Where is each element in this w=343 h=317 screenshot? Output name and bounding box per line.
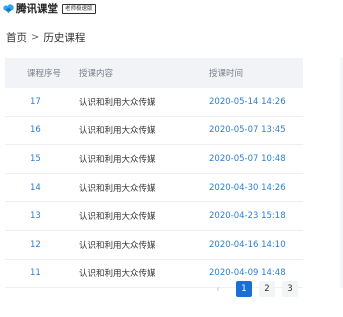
course-history-table: 课程序号 授课内容 授课时间 17 认识和利用大众传媒 2020-05-14 1… <box>5 58 303 289</box>
brand-name: 腾讯课堂 <box>16 3 58 15</box>
course-time: 2020-04-30 14:26 <box>209 182 286 193</box>
course-time: 2020-05-07 10:48 <box>209 153 286 164</box>
course-content: 认识和利用大众传媒 <box>79 240 156 251</box>
table-row[interactable]: 14 认识和利用大众传媒 2020-04-30 14:26 <box>5 174 303 203</box>
page-button-2[interactable]: 2 <box>259 281 275 297</box>
course-content: 认识和利用大众传媒 <box>79 212 156 223</box>
course-content: 认识和利用大众传媒 <box>79 183 156 194</box>
page-button-3[interactable]: 3 <box>282 281 298 297</box>
header-course-no: 课程序号 <box>27 69 62 79</box>
course-time: 2020-04-16 14:10 <box>209 239 286 250</box>
table-row[interactable]: 12 认识和利用大众传媒 2020-04-16 14:10 <box>5 231 303 260</box>
course-content: 认识和利用大众传媒 <box>79 154 156 165</box>
course-no: 11 <box>30 268 41 279</box>
edition-badge: 老师极速版 <box>62 4 96 14</box>
header-course-content: 授课内容 <box>79 69 114 79</box>
course-no: 13 <box>30 211 41 222</box>
prev-page-button[interactable]: ‹ <box>210 281 226 297</box>
course-content: 认识和利用大众传媒 <box>79 97 156 108</box>
pagination: ‹ 1 2 3 <box>210 281 305 297</box>
course-time: 2020-04-09 14:48 <box>209 268 286 279</box>
course-no: 17 <box>30 96 41 107</box>
table-row[interactable]: 13 认识和利用大众传媒 2020-04-23 15:18 <box>5 202 303 231</box>
course-no: 12 <box>30 239 41 250</box>
breadcrumb-current: 历史课程 <box>43 32 86 44</box>
course-no: 16 <box>30 125 41 136</box>
table-row[interactable]: 16 认识和利用大众传媒 2020-05-07 13:45 <box>5 117 303 146</box>
table-header: 课程序号 授课内容 授课时间 <box>5 58 303 88</box>
header-course-time: 授课时间 <box>209 69 244 79</box>
cloud-logo-icon <box>3 4 14 14</box>
course-time: 2020-04-23 15:18 <box>209 211 286 222</box>
breadcrumb: 首页 > 历史课程 <box>6 31 85 45</box>
course-time: 2020-05-14 14:26 <box>209 96 286 107</box>
course-no: 14 <box>30 182 41 193</box>
breadcrumb-separator: > <box>31 32 40 43</box>
course-content: 认识和利用大众传媒 <box>79 269 156 280</box>
page-button-1[interactable]: 1 <box>236 281 252 297</box>
app-window: 腾讯课堂 老师极速版 首页 > 历史课程 课程序号 授课内容 授课时间 17 认… <box>0 0 343 317</box>
course-time: 2020-05-07 13:45 <box>209 125 286 136</box>
table-row[interactable]: 17 认识和利用大众传媒 2020-05-14 14:26 <box>5 88 303 117</box>
breadcrumb-home-link[interactable]: 首页 <box>6 31 27 45</box>
table-row[interactable]: 15 认识和利用大众传媒 2020-05-07 10:48 <box>5 145 303 174</box>
top-bar: 腾讯课堂 老师极速版 <box>0 0 343 18</box>
course-no: 15 <box>30 153 41 164</box>
course-content: 认识和利用大众传媒 <box>79 126 156 137</box>
